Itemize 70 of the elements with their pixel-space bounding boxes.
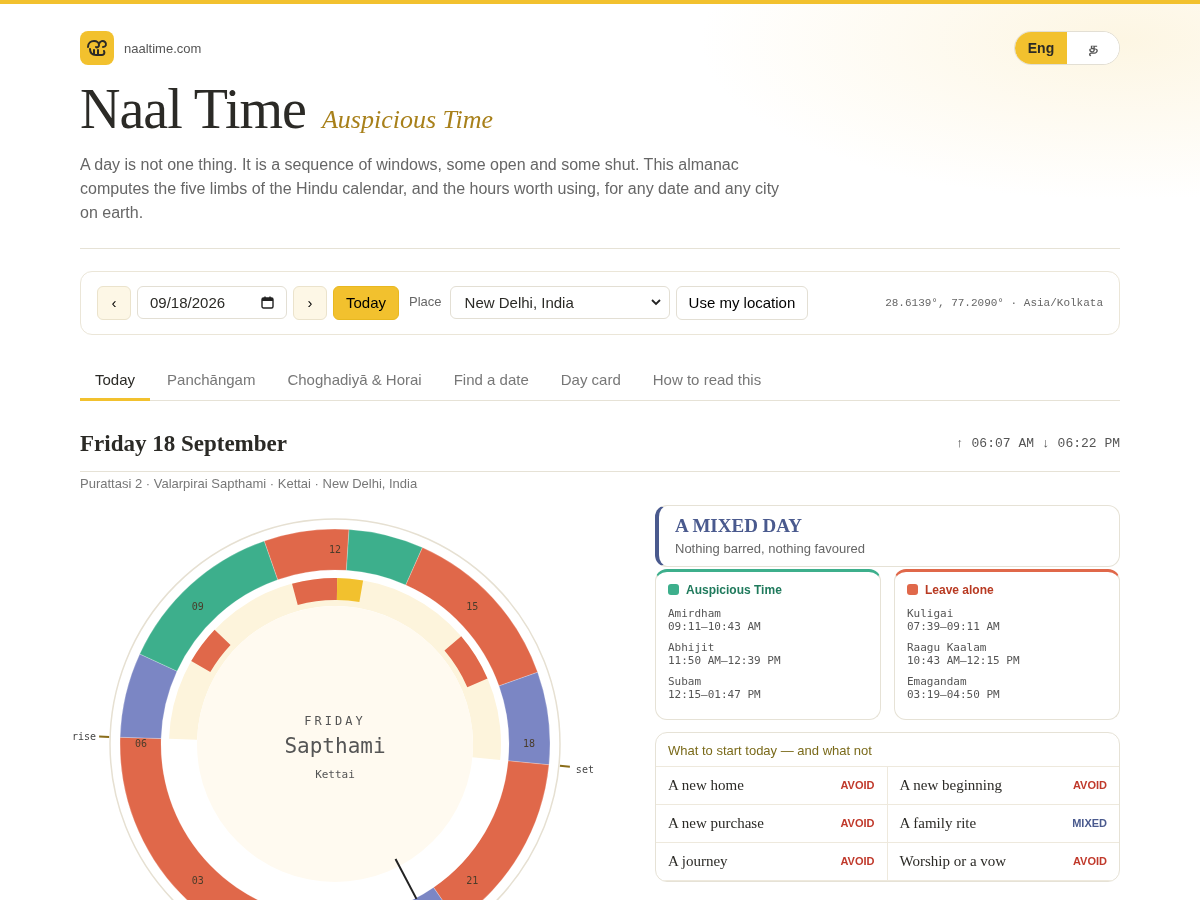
nav-tab[interactable]: How to read this <box>637 370 777 401</box>
period-name: Abhijit <box>668 640 716 654</box>
site-title: Naal Time <box>80 79 306 141</box>
previous-day-button[interactable]: ‹ <box>97 285 131 320</box>
verdict-tag: AVOID <box>1072 779 1107 792</box>
period-time: 10:43 AM–12:15 PM <box>907 653 1021 667</box>
nav-tab[interactable]: Panchāngam <box>152 370 271 401</box>
site-domain: naaltime.com <box>124 40 202 56</box>
next-day-button[interactable]: › <box>293 285 327 320</box>
activity-name: A new home <box>668 776 744 794</box>
window-title: Auspicious Time <box>686 582 782 597</box>
chevron-down-icon <box>650 299 661 307</box>
clock-hand <box>394 857 418 900</box>
logo-icon <box>80 31 114 65</box>
verdict-tag: AVOID <box>840 855 875 868</box>
period-name: Subam <box>668 674 703 688</box>
site-subtitle: Auspicious Time <box>321 105 494 135</box>
place-dropdown[interactable]: New Delhi, India <box>449 286 670 320</box>
hour-label: 06 <box>135 737 147 749</box>
star-label: Kettai <box>315 767 355 781</box>
period-name: Kuligai <box>907 606 955 620</box>
activity-name: A new beginning <box>899 776 1002 794</box>
nav-tab[interactable]: Day card <box>545 370 636 401</box>
set-label: set <box>575 764 594 775</box>
verdict-tag: MIXED <box>1072 817 1107 830</box>
activity-name: A family rite <box>899 814 977 832</box>
date-heading: Friday 18 September <box>80 430 287 457</box>
verdict-tag: AVOID <box>840 817 875 830</box>
calendar-icon <box>261 296 274 310</box>
day-summary: Purattasi 2 · Valarpirai Sapthami · Kettai · New Delhi, India <box>80 475 419 491</box>
hour-label: 03 <box>191 874 204 886</box>
period-time: 07:39–09:11 AM <box>907 619 1001 633</box>
sunrise-time: ↑ 06:07 AM <box>955 436 1034 452</box>
intro-text: A day is not one thing. It is a sequence of windows, some open and some shut. This almanac computes the five limbs of the Hindu calendar, and the hours worth using, for any date and any city on earth. <box>80 154 780 223</box>
period-name: Amirdham <box>668 606 722 620</box>
period-time: 09:11–10:43 AM <box>668 619 762 633</box>
sunrise-marker <box>98 735 111 738</box>
tithi-label: Sapthami <box>284 733 386 758</box>
verdict-title: A MIXED DAY <box>675 514 804 537</box>
hour-label: 21 <box>466 874 479 886</box>
verdict-tag: AVOID <box>840 779 875 792</box>
hour-label: 18 <box>523 737 535 749</box>
hour-label: 09 <box>191 600 204 612</box>
nav-tab[interactable]: Find a date <box>438 370 544 401</box>
period-time: 03:19–04:50 PM <box>907 687 1001 701</box>
period-name: Raagu Kaalam <box>907 640 988 654</box>
language-toggle[interactable]: Eng <box>1015 32 1067 64</box>
verdict-tag: AVOID <box>1072 855 1107 868</box>
period-time: 11:50 AM–12:39 PM <box>668 653 782 667</box>
today-button[interactable]: Today <box>333 285 400 320</box>
sunset-time: ↓ 06:22 PM <box>1042 436 1120 452</box>
sunset-marker <box>558 764 571 768</box>
hour-label: 12 <box>329 543 341 555</box>
period-time: 12:15–01:47 PM <box>668 687 762 701</box>
activity-name: Worship or a vow <box>899 852 1007 870</box>
period-name: Emagandam <box>907 674 968 688</box>
date-field[interactable]: 09/18/2026 <box>137 286 287 320</box>
place-label: Place <box>409 293 442 309</box>
use-location-button[interactable]: Use my location <box>675 285 809 320</box>
nav-tab[interactable]: Today <box>80 370 151 401</box>
verdict-note: Nothing barred, nothing favoured <box>675 540 867 556</box>
weekday-label: FRIDAY <box>304 713 366 728</box>
coordinates-text: 28.6139°, 77.2090° · Asia/Kolkata <box>885 296 1103 309</box>
nav-tab[interactable]: Choghadiyā & Horai <box>272 370 437 401</box>
activity-name: A new purchase <box>668 814 764 832</box>
activity-name: A journey <box>668 852 728 870</box>
window-title: Leave alone <box>925 582 994 597</box>
activities-title: What to start today — and what not <box>656 732 1119 767</box>
hour-label: 15 <box>466 600 479 612</box>
rise-label: rise <box>71 730 96 742</box>
